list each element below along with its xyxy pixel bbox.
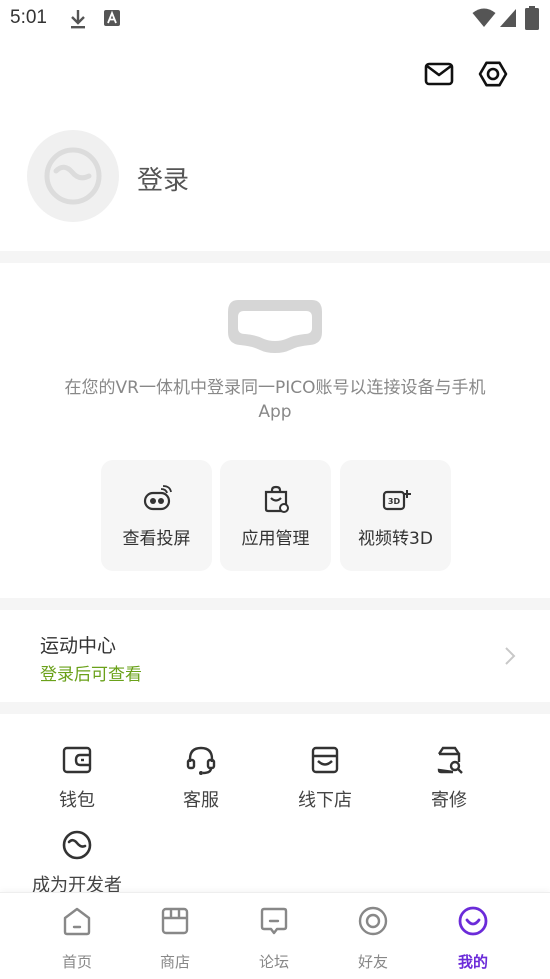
nav-label: 论坛 — [258, 953, 289, 971]
video-3d-icon: 3D — [382, 490, 411, 511]
battery-icon — [525, 6, 539, 30]
section-divider — [0, 702, 550, 714]
avatar[interactable] — [27, 130, 119, 222]
nav-friends[interactable]: 好友 — [324, 903, 422, 973]
repair-icon — [437, 746, 463, 774]
nav-label: 商店 — [159, 953, 190, 971]
developer-icon — [62, 830, 92, 860]
feature-label: 查看投屏 — [122, 529, 191, 549]
feature-video-3d[interactable]: 3D 视频转3D — [340, 460, 451, 571]
service-become-developer[interactable]: 成为开发者 — [27, 829, 127, 899]
sports-center-subtitle: 登录后可查看 — [40, 665, 142, 685]
store-icon — [311, 746, 339, 774]
wifi-icon — [472, 8, 496, 27]
login-button[interactable]: 登录 — [137, 160, 189, 197]
service-customer-support[interactable]: 客服 — [151, 744, 251, 814]
friends-icon — [358, 906, 388, 936]
svg-text:3D: 3D — [388, 497, 401, 506]
feature-app-manage[interactable]: 应用管理 — [220, 460, 331, 571]
home-icon — [63, 907, 91, 936]
download-icon — [71, 10, 85, 29]
headset-service-icon — [186, 746, 216, 775]
me-icon — [458, 906, 488, 936]
device-connect-hint: 在您的VR一体机中登录同一PICO账号以连接设备与手机App — [64, 378, 486, 422]
settings-icon[interactable] — [477, 58, 509, 90]
nav-label: 首页 — [61, 953, 92, 971]
app-manage-icon — [264, 485, 289, 513]
sports-center-title: 运动中心 — [40, 635, 117, 657]
section-divider — [0, 598, 550, 610]
screencast-icon — [143, 485, 172, 511]
service-label: 寄修 — [431, 790, 467, 811]
shop-icon — [161, 907, 189, 935]
service-wallet[interactable]: 钱包 — [27, 744, 127, 814]
feature-screencast[interactable]: 查看投屏 — [101, 460, 212, 571]
service-offline-store[interactable]: 线下店 — [275, 744, 375, 814]
wallet-icon — [62, 746, 92, 774]
nav-forum[interactable]: 论坛 — [225, 903, 323, 973]
accessibility-font-icon — [104, 10, 120, 26]
bottom-navigation: 首页 商店 论坛 好友 我的 — [0, 892, 550, 979]
forum-icon — [260, 907, 288, 935]
nav-me[interactable]: 我的 — [424, 903, 522, 973]
service-repair[interactable]: 寄修 — [399, 744, 499, 814]
nav-home[interactable]: 首页 — [28, 903, 126, 973]
vr-headset-icon — [228, 300, 322, 353]
service-label: 钱包 — [59, 790, 95, 811]
service-label: 线下店 — [298, 790, 352, 811]
mail-icon[interactable] — [423, 58, 455, 90]
default-avatar-icon — [44, 147, 102, 205]
nav-shop[interactable]: 商店 — [126, 903, 224, 973]
nav-label: 好友 — [357, 953, 388, 971]
feature-label: 应用管理 — [241, 529, 310, 549]
section-divider — [0, 251, 550, 263]
nav-label: 我的 — [457, 953, 488, 971]
status-bar: 5:01 — [0, 0, 550, 38]
service-label: 客服 — [183, 790, 219, 811]
cell-signal-icon — [500, 9, 516, 27]
chevron-right-icon — [505, 647, 516, 665]
feature-label: 视频转3D — [358, 529, 433, 549]
status-time: 5:01 — [10, 7, 47, 28]
